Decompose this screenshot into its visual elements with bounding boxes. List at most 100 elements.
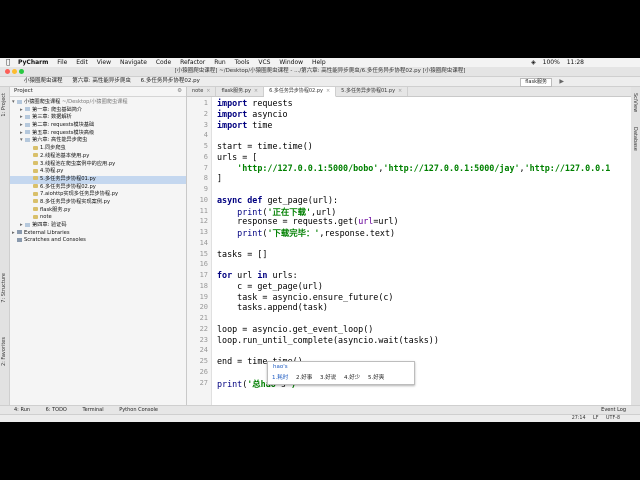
battery-level[interactable]: 100% — [543, 59, 560, 66]
code-line[interactable]: start = time.time() — [217, 141, 313, 151]
terminal-tool-button[interactable]: Terminal — [82, 407, 103, 413]
code-line[interactable]: tasks.append(task) — [217, 302, 328, 312]
menu-navigate[interactable]: Navigate — [120, 59, 147, 66]
line-number-gutter: 1 2 3 4 5 6 7 8 9 10 11 12 13 14 15 16 17 18 19 20 21 22 23 24 2… — [187, 97, 212, 405]
ime-candidate[interactable]: 4.好少 — [344, 375, 360, 381]
menubar-status: ◈ 100% 11:28 — [526, 58, 584, 67]
project-panel-title[interactable]: Project — [14, 88, 33, 94]
close-icon[interactable]: × — [326, 88, 330, 94]
python-file-icon — [33, 199, 38, 204]
line-number: 25 — [199, 357, 208, 365]
wifi-icon[interactable]: ◈ — [531, 59, 536, 66]
code-line[interactable]: c = get_page(url) — [217, 281, 323, 291]
menu-edit[interactable]: Edit — [76, 59, 88, 66]
tree-scratches[interactable]: Scratches and Consoles — [10, 237, 186, 245]
tree-file[interactable]: 1.同步爬虫 — [10, 145, 186, 153]
tree-item-label: 5.多任务异步协程01.py — [40, 175, 96, 182]
menu-tools[interactable]: Tools — [235, 59, 250, 66]
tree-file[interactable]: 4.协程.py — [10, 168, 186, 176]
breadcrumb-project[interactable]: 小猿圈爬虫课程 — [24, 78, 63, 84]
code-line[interactable]: loop.run_until_complete(asyncio.wait(tas… — [217, 335, 439, 345]
caret-position[interactable]: 27:14 — [572, 416, 586, 421]
tree-folder-open[interactable]: ▾ 第六章: 高性能异步爬虫 — [10, 137, 186, 145]
close-icon[interactable]: × — [254, 88, 258, 94]
menu-window[interactable]: Window — [279, 59, 303, 66]
tree-folder[interactable]: ▸ 第四章: 验证码 — [10, 222, 186, 230]
ime-candidate[interactable]: 1.耗时 — [272, 375, 288, 381]
code-line[interactable]: for url in urls: — [217, 270, 298, 280]
tree-file[interactable]: 3.线程池在爬虫案例中的应用.py — [10, 161, 186, 169]
menu-code[interactable]: Code — [156, 59, 171, 66]
code-line[interactable]: urls = [ — [217, 152, 257, 162]
run-tool-button[interactable]: 4: Run — [14, 407, 30, 413]
run-icon[interactable]: ▶ — [559, 77, 564, 86]
menu-view[interactable]: View — [97, 59, 111, 66]
tree-file[interactable]: 8.多任务异步协程实现案例.py — [10, 199, 186, 207]
library-icon — [17, 230, 22, 235]
code-area[interactable]: import requests import asyncio import time… — [217, 97, 631, 405]
database-tool-button[interactable]: Database — [632, 127, 638, 151]
tree-item-label: 6.多任务异步协程02.py — [40, 183, 96, 190]
breadcrumb-file[interactable]: 6.多任务异步协程02.py — [141, 78, 200, 84]
minimize-window-icon[interactable] — [12, 69, 17, 74]
close-icon[interactable]: × — [206, 88, 210, 94]
ime-candidate[interactable]: 3.好说 — [320, 375, 336, 381]
code-line[interactable]: task = asyncio.ensure_future(c) — [217, 292, 393, 302]
structure-tool-button[interactable]: 7: Structure — [1, 273, 7, 303]
zoom-window-icon[interactable] — [19, 69, 24, 74]
code-line[interactable]: loop = asyncio.get_event_loop() — [217, 324, 373, 334]
tab-note[interactable]: note × — [187, 87, 217, 96]
menu-help[interactable]: Help — [312, 59, 326, 66]
line-separator[interactable]: LF — [593, 416, 598, 421]
file-encoding[interactable]: UTF-8 — [606, 416, 620, 421]
tree-external-libraries[interactable]: ▸ External Libraries — [10, 230, 186, 238]
favorites-tool-button[interactable]: 2: Favorites — [1, 337, 7, 366]
gear-icon[interactable]: ⚙ — [177, 87, 182, 96]
line-number: 20 — [199, 303, 208, 312]
tab-active-file[interactable]: 6.多任务异步协程02.py × — [264, 87, 337, 97]
code-editor[interactable]: 1 2 3 4 5 6 7 8 9 10 11 12 13 14 15 16 17 18 19 20 21 22 23 24 2… — [187, 97, 631, 405]
code-line[interactable]: 'http://127.0.0.1:5000/bobo','http://127… — [217, 163, 610, 173]
ime-candidate[interactable]: 5.好爽 — [368, 375, 384, 381]
tree-item-label: note — [40, 214, 52, 221]
tree-file[interactable]: flask服务.py — [10, 207, 186, 215]
code-line[interactable]: ] — [217, 173, 222, 183]
code-line[interactable]: async def get_page(url): — [217, 195, 338, 205]
line-number: 5 — [203, 142, 208, 150]
tree-file[interactable]: 2.线程池基本使用.py — [10, 153, 186, 161]
close-window-icon[interactable] — [5, 69, 10, 74]
sciview-tool-button[interactable]: SciView — [632, 93, 638, 112]
close-icon[interactable]: × — [398, 88, 402, 94]
tree-item-label: Scratches and Consoles — [24, 237, 86, 244]
code-line[interactable]: print('下载完毕：',response.text) — [217, 227, 395, 239]
line-number: 8 — [203, 174, 208, 183]
todo-tool-button[interactable]: 6: TODO — [46, 407, 67, 413]
window-titlebar: [小猿圈爬虫课程] ~/Desktop/小猿圈爬虫课程 - .../第六章: 高… — [0, 67, 640, 77]
tree-root[interactable]: ▾ 小猿圈爬虫课程 ~/Desktop/小猿圈爬虫课程 — [10, 99, 186, 107]
apple-icon[interactable]:  — [6, 58, 10, 67]
menu-refactor[interactable]: Refactor — [180, 59, 205, 66]
menu-file[interactable]: File — [57, 59, 67, 66]
tree-file[interactable]: note — [10, 214, 186, 222]
menu-app-name[interactable]: PyCharm — [18, 59, 48, 66]
project-tool-button[interactable]: 1: Project — [1, 93, 7, 117]
python-console-tool-button[interactable]: Python Console — [119, 407, 158, 413]
code-line[interactable]: import time — [217, 120, 272, 130]
tree-root-label: 小猿圈爬虫课程 — [24, 99, 61, 105]
tree-file-selected[interactable]: 5.多任务异步协程01.py — [10, 175, 186, 184]
tab-file-01[interactable]: 5.多任务异步协程01.py × — [336, 87, 409, 96]
run-configuration-select[interactable]: flask服务 — [520, 78, 552, 87]
ime-candidate[interactable]: 2.好事 — [296, 375, 312, 381]
tree-folder[interactable]: ▸ 第二章: requests模块基础 — [10, 122, 186, 130]
tree-file[interactable]: 7.aiohttp实现多任务异步协程.py — [10, 191, 186, 199]
code-line[interactable]: response = requests.get(url=url) — [217, 216, 398, 226]
code-line[interactable]: tasks = [] — [217, 249, 267, 259]
code-line[interactable]: import requests — [217, 98, 293, 108]
tree-folder[interactable]: ▸ 第三章: 数据解析 — [10, 114, 186, 122]
breadcrumb-folder[interactable]: 第六章: 高性能异步爬虫 — [72, 78, 131, 84]
tab-flask[interactable]: flask服务.py × — [216, 87, 265, 96]
menu-vcs[interactable]: VCS — [258, 59, 270, 66]
code-line[interactable]: import asyncio — [217, 109, 288, 119]
clock[interactable]: 11:28 — [567, 59, 584, 66]
menu-run[interactable]: Run — [214, 59, 226, 66]
